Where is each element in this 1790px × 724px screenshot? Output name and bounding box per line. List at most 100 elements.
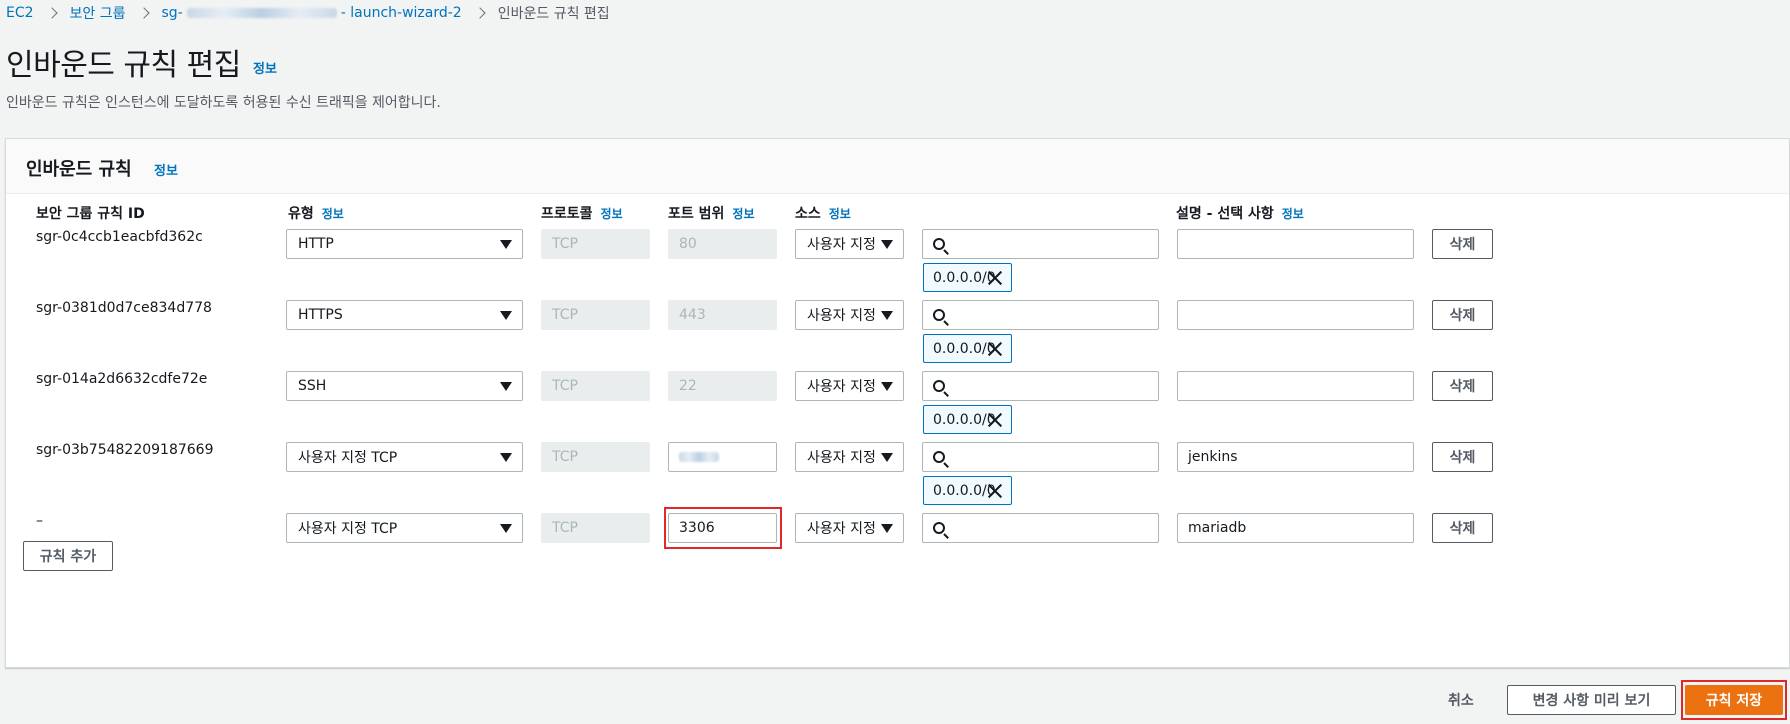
delete-button[interactable]: 삭제 (1432, 513, 1493, 543)
cancel-button[interactable]: 취소 (1448, 690, 1474, 710)
protocol-value: TCP (552, 378, 578, 394)
panel-header: 인바운드 규칙 정보 (6, 139, 1789, 194)
caret-down-icon (500, 382, 512, 391)
source-select[interactable]: 사용자 지정 (795, 513, 904, 543)
source-select[interactable]: 사용자 지정 (795, 371, 904, 401)
breadcrumb: EC2 보안 그룹 sg- - launch-wizard-2 인바운드 규칙 편… (6, 3, 610, 23)
type-value: 사용자 지정 TCP (298, 450, 398, 466)
type-value: 사용자 지정 TCP (298, 521, 398, 537)
port-range-field: 443 (668, 300, 777, 330)
col-description-info[interactable]: 정보 (1282, 207, 1304, 221)
breadcrumb-ec2[interactable]: EC2 (6, 5, 34, 21)
col-rule-id: 보안 그룹 규칙 ID (36, 203, 145, 223)
col-type-info[interactable]: 정보 (322, 207, 344, 221)
description-input[interactable] (1177, 229, 1414, 259)
redacted-sg-id (186, 8, 337, 18)
search-icon (933, 522, 945, 534)
caret-down-icon (881, 453, 893, 462)
protocol-value: TCP (552, 449, 578, 465)
source-value: 사용자 지정 (807, 521, 876, 537)
preview-changes-button[interactable]: 변경 사항 미리 보기 (1507, 685, 1676, 715)
source-value: 사용자 지정 (807, 450, 876, 466)
chevron-right-icon (137, 7, 150, 19)
protocol-field: TCP (541, 371, 650, 401)
port-range-input[interactable] (668, 442, 777, 472)
breadcrumb-security-groups[interactable]: 보안 그룹 (70, 3, 126, 23)
port-range-field: 80 (668, 229, 777, 259)
search-icon (933, 380, 945, 392)
delete-button[interactable]: 삭제 (1432, 371, 1493, 401)
col-protocol-info[interactable]: 정보 (601, 207, 623, 221)
description-value: mariadb (1188, 520, 1247, 536)
description-input[interactable]: jenkins (1177, 442, 1414, 472)
source-value: 사용자 지정 (807, 308, 876, 324)
caret-down-icon (881, 382, 893, 391)
cidr-search-input[interactable] (922, 371, 1159, 401)
protocol-field: TCP (541, 229, 650, 259)
description-input[interactable] (1177, 371, 1414, 401)
cidr-token: 0.0.0.0/0 (923, 263, 1012, 292)
add-rule-button[interactable]: 규칙 추가 (23, 541, 113, 571)
caret-down-icon (500, 311, 512, 320)
delete-button[interactable]: 삭제 (1432, 300, 1493, 330)
description-input[interactable]: mariadb (1177, 513, 1414, 543)
caret-down-icon (500, 524, 512, 533)
source-select[interactable]: 사용자 지정 (795, 300, 904, 330)
rule-id: sgr-014a2d6632cdfe72e (36, 371, 208, 387)
source-select[interactable]: 사용자 지정 (795, 229, 904, 259)
caret-down-icon (500, 453, 512, 462)
col-rule-id-label: 보안 그룹 규칙 ID (36, 206, 145, 222)
col-type-label: 유형 (288, 206, 314, 222)
port-value: 443 (679, 307, 706, 323)
protocol-field: TCP (541, 513, 650, 543)
delete-button[interactable]: 삭제 (1432, 442, 1493, 472)
type-select[interactable]: HTTP (286, 229, 523, 259)
cidr-search-input[interactable] (922, 513, 1159, 543)
cidr-search-input[interactable] (922, 229, 1159, 259)
source-value: 사용자 지정 (807, 379, 876, 395)
cidr-token: 0.0.0.0/0 (923, 405, 1012, 434)
rule-id: sgr-0381d0d7ce834d778 (36, 300, 212, 316)
col-source: 소스 정보 (795, 203, 851, 223)
col-protocol: 프로토콜 정보 (541, 203, 623, 223)
save-rules-button[interactable]: 규칙 저장 (1685, 685, 1783, 715)
description-input[interactable] (1177, 300, 1414, 330)
col-port-range-label: 포트 범위 (668, 206, 725, 222)
col-type: 유형 정보 (288, 203, 344, 223)
type-select[interactable]: HTTPS (286, 300, 523, 330)
search-icon (933, 238, 945, 250)
description-value: jenkins (1188, 449, 1238, 465)
highlight-box (664, 507, 782, 549)
close-icon[interactable] (987, 341, 1003, 357)
type-select[interactable]: 사용자 지정 TCP (286, 442, 523, 472)
cidr-search-input[interactable] (922, 442, 1159, 472)
delete-button[interactable]: 삭제 (1432, 229, 1493, 259)
caret-down-icon (881, 311, 893, 320)
col-source-info[interactable]: 정보 (829, 207, 851, 221)
panel-title: 인바운드 규칙 (26, 159, 132, 180)
breadcrumb-security-group[interactable]: sg- - launch-wizard-2 (162, 5, 462, 21)
panel-info-link[interactable]: 정보 (154, 160, 178, 179)
port-range-field: 22 (668, 371, 777, 401)
chevron-right-icon (474, 7, 486, 19)
page-info-link[interactable]: 정보 (253, 58, 277, 77)
redacted-port (679, 452, 719, 462)
cidr-search-input[interactable] (922, 300, 1159, 330)
inbound-rules-panel: 인바운드 규칙 정보 보안 그룹 규칙 ID 유형 정보 프로토콜 정보 포트 범위… (5, 138, 1790, 668)
close-icon[interactable] (987, 483, 1003, 499)
rule-id: sgr-0c4ccb1eacbfd362c (36, 229, 203, 245)
col-protocol-label: 프로토콜 (541, 206, 593, 222)
type-select[interactable]: SSH (286, 371, 523, 401)
chevron-right-icon (45, 7, 58, 19)
search-icon (933, 451, 945, 463)
cidr-token: 0.0.0.0/0 (923, 476, 1012, 505)
col-description-label: 설명 - 선택 사항 (1176, 206, 1274, 222)
close-icon[interactable] (987, 270, 1003, 286)
type-value: SSH (298, 378, 327, 394)
source-select[interactable]: 사용자 지정 (795, 442, 904, 472)
type-value: HTTPS (298, 307, 343, 323)
close-icon[interactable] (987, 412, 1003, 428)
col-port-range-info[interactable]: 정보 (732, 207, 754, 221)
caret-down-icon (881, 524, 893, 533)
type-select[interactable]: 사용자 지정 TCP (286, 513, 523, 543)
